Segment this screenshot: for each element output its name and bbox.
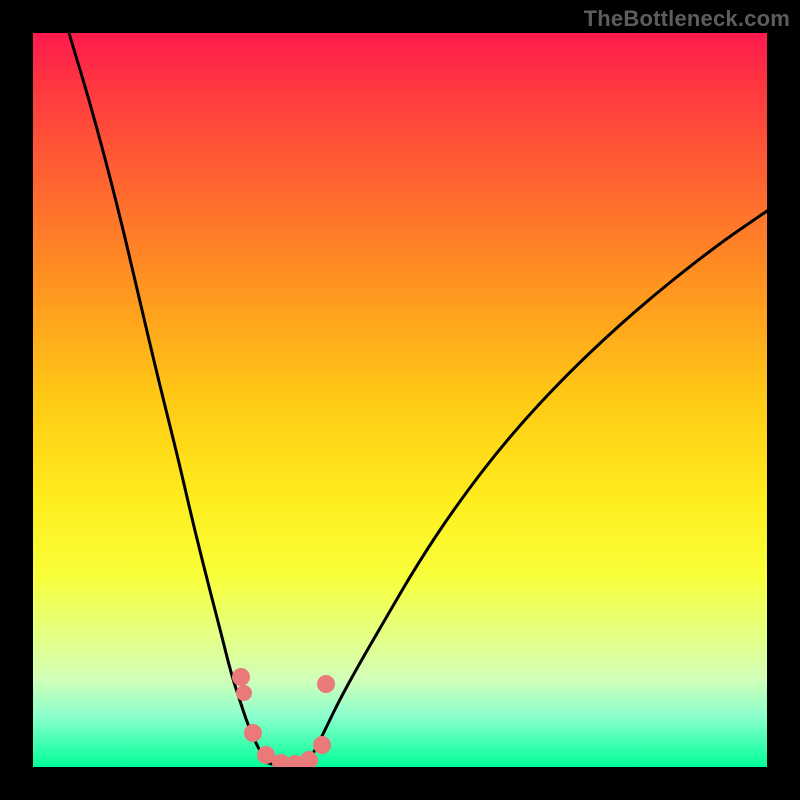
data-marker (317, 675, 335, 693)
data-marker (232, 668, 250, 686)
data-marker (244, 724, 262, 742)
left-curve (69, 33, 268, 763)
watermark-label: TheBottleneck.com (584, 6, 790, 32)
plot-area (33, 33, 767, 767)
data-marker (300, 751, 318, 767)
chart-frame: TheBottleneck.com (0, 0, 800, 800)
data-marker (236, 685, 252, 701)
data-marker (313, 736, 331, 754)
data-markers (232, 668, 335, 767)
right-curve (308, 211, 767, 763)
curve-layer (33, 33, 767, 767)
